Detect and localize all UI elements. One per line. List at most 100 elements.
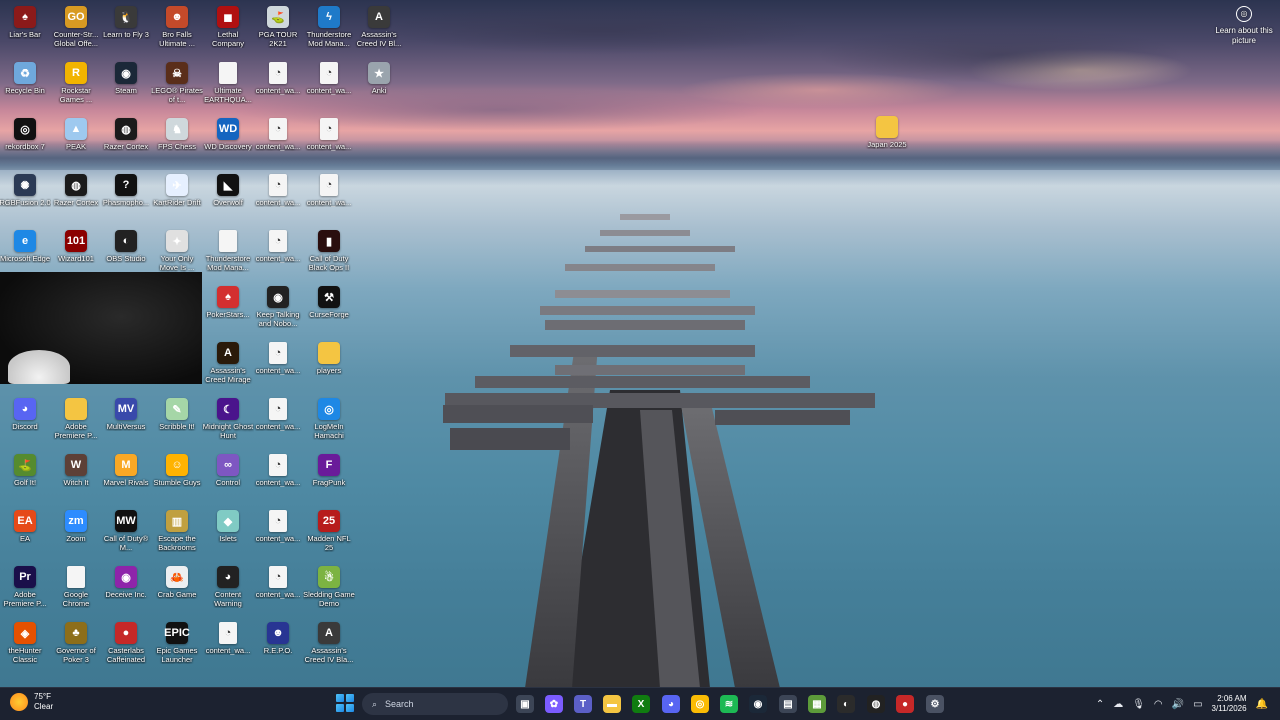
desktop-icon[interactable]: ◉ Deceive Inc. — [101, 562, 151, 618]
chevron-up-icon[interactable]: ⌃ — [1096, 699, 1104, 710]
desktop-icon[interactable]: ♞ FPS Chess — [152, 114, 202, 170]
desktop-icon[interactable]: ⛳ PGA TOUR 2K21 — [253, 2, 303, 58]
start-button[interactable] — [336, 694, 354, 712]
desktop-icon[interactable]: 25 Madden NFL 25 — [304, 506, 354, 562]
desktop-icon[interactable]: M Marvel Rivals — [101, 450, 151, 506]
desktop-icon[interactable]: ◎ LogMeIn Hamachi — [304, 394, 354, 450]
desktop-icon[interactable]: Ultimate EARTHQUA... — [203, 58, 253, 114]
desktop-icon[interactable]: WD WD Discovery — [203, 114, 253, 170]
desktop-icon[interactable]: ◔ content_wa... — [304, 114, 354, 170]
desktop-icon[interactable]: ✎ Scribble It! — [152, 394, 202, 450]
desktop-icon[interactable]: R Rockstar Games ... — [51, 58, 101, 114]
obs-taskbar-icon[interactable]: ◐ — [837, 695, 855, 713]
desktop-icon[interactable]: ★ Anki — [354, 58, 404, 114]
desktop-icon[interactable]: ◈ theHunter Classic — [0, 618, 50, 674]
desktop-icon[interactable]: ⚒ CurseForge — [304, 282, 354, 338]
desktop-icon[interactable]: ▮ Call of Duty Black Ops II — [304, 226, 354, 282]
desktop-icon[interactable]: ⛳ Golf It! — [0, 450, 50, 506]
desktop-icon[interactable]: ◉ Keep Talking and Nobo... — [253, 282, 303, 338]
onedrive-icon[interactable]: ☁ — [1113, 699, 1123, 710]
desktop-icon[interactable]: ∞ Control — [203, 450, 253, 506]
desktop-icon[interactable]: A Assassin's Creed Mirage — [203, 338, 253, 394]
settings-icon[interactable]: ⚙ — [926, 695, 944, 713]
desktop-icon[interactable]: ◼ Lethal Company — [203, 2, 253, 58]
desktop-icon[interactable]: Google Chrome — [51, 562, 101, 618]
store-icon[interactable]: ▤ — [779, 695, 797, 713]
wifi-icon[interactable]: ◠ — [1154, 699, 1163, 710]
razer-taskbar-icon[interactable]: ◍ — [867, 695, 885, 713]
taskbar-search[interactable]: ⌕ Search — [362, 693, 508, 715]
desktop-icon[interactable]: Japan 2025 — [862, 112, 912, 168]
desktop-icon[interactable]: MW Call of Duty® M... — [101, 506, 151, 562]
desktop-icon[interactable]: zm Zoom — [51, 506, 101, 562]
desktop-icon[interactable]: ◔ content_wa... — [253, 170, 303, 226]
desktop-icon[interactable]: ▥ Escape the Backrooms — [152, 506, 202, 562]
task-view-icon[interactable]: ▣ — [516, 695, 534, 713]
desktop-icon[interactable]: ◔ content_wa... — [253, 506, 303, 562]
casterlabs-taskbar-icon[interactable]: ● — [896, 695, 914, 713]
desktop-icon[interactable]: MV MultiVersus — [101, 394, 151, 450]
desktop-icon[interactable]: ◔ content_wa... — [253, 338, 303, 394]
file-explorer-icon[interactable]: ▬ — [603, 695, 621, 713]
desktop-icon[interactable]: players — [304, 338, 354, 394]
minecraft-icon[interactable]: ▦ — [808, 695, 826, 713]
desktop-icon[interactable]: ☃ Sledding Game Demo — [303, 562, 355, 618]
desktop-icon[interactable]: Pr Adobe Premiere P... — [0, 562, 50, 618]
desktop-icon[interactable]: F FragPunk — [304, 450, 354, 506]
desktop[interactable]: ◎ Learn about this picture ♠ Liar's Bar GO… — [0, 0, 1280, 688]
microphone-icon[interactable]: 🎙 — [1132, 699, 1145, 710]
desktop-icon[interactable]: ◔ content_wa... — [304, 170, 354, 226]
weather-widget[interactable]: 75°F Clear — [10, 692, 53, 712]
copilot-icon[interactable]: ✿ — [545, 695, 563, 713]
desktop-icon[interactable]: ◔ content_wa... — [253, 226, 303, 282]
steam-taskbar-icon[interactable]: ◉ — [749, 695, 767, 713]
desktop-icon[interactable]: ◔ content_wa... — [253, 394, 303, 450]
desktop-icon[interactable]: ☾ Midnight Ghost Hunt — [203, 394, 253, 450]
desktop-icon[interactable]: ✺ RGBFusion 2.0 — [0, 170, 51, 226]
desktop-icon[interactable]: ◣ Overwolf — [203, 170, 253, 226]
desktop-icon[interactable]: ◔ content_wa... — [253, 562, 303, 618]
desktop-icon[interactable]: ♻ Recycle Bin — [0, 58, 50, 114]
volume-icon[interactable]: 🔊 — [1172, 699, 1184, 710]
battery-icon[interactable]: ▭ — [1193, 699, 1202, 710]
desktop-icon[interactable]: ♣ Governor of Poker 3 — [51, 618, 101, 674]
notification-bell-icon[interactable]: 🔔 — [1256, 699, 1268, 710]
discord-taskbar-icon[interactable]: ◕ — [662, 695, 680, 713]
desktop-icon[interactable]: GO Counter-Str... Global Offe... — [51, 2, 101, 58]
desktop-icon[interactable]: ◔ content_wa... — [304, 58, 354, 114]
desktop-icon[interactable]: ◍ Razer Cortex — [101, 114, 151, 170]
desktop-icon[interactable]: ✈ KartRider Drift — [152, 170, 202, 226]
desktop-icon[interactable]: Thunderstore Mod Mana... — [203, 226, 253, 282]
clock[interactable]: 2:06 AM 3/11/2026 — [1212, 694, 1247, 714]
desktop-icon[interactable]: ? Phasmopho... — [101, 170, 151, 226]
desktop-icon[interactable]: ϟ Thunderstore Mod Mana... — [304, 2, 354, 58]
desktop-icon[interactable]: A Assassin's Creed IV Bl... — [354, 2, 404, 58]
desktop-icon[interactable]: ◉ Steam — [101, 58, 151, 114]
desktop-icon[interactable]: EA EA — [0, 506, 50, 562]
desktop-icon[interactable]: ♠ PokerStars... — [203, 282, 253, 338]
desktop-icon[interactable]: ☻ Bro Falls Ultimate ... — [152, 2, 202, 58]
learn-about-picture[interactable]: ◎ Learn about this picture — [1214, 6, 1274, 46]
desktop-icon[interactable]: Adobe Premiere P... — [51, 394, 101, 450]
desktop-icon[interactable]: 🐧 Learn to Fly 3 — [101, 2, 151, 58]
desktop-icon[interactable]: ◔ content_wa... — [203, 618, 253, 674]
desktop-icon[interactable]: ☺ Stumble Guys — [152, 450, 202, 506]
desktop-icon[interactable]: ◔ content_wa... — [253, 114, 303, 170]
desktop-icon[interactable]: ◔ content_wa... — [253, 58, 303, 114]
desktop-icon[interactable]: ☻ R.E.P.O. — [253, 618, 303, 674]
xbox-icon[interactable]: X — [632, 695, 650, 713]
desktop-icon[interactable]: ♠ Liar's Bar — [0, 2, 50, 58]
desktop-icon[interactable]: ◕ Content Warning — [203, 562, 253, 618]
desktop-icon[interactable]: ● Casterlabs Caffeinated — [101, 618, 151, 674]
desktop-icon[interactable]: ◍ Razer Cortex — [51, 170, 101, 226]
teams-icon[interactable]: T — [574, 695, 592, 713]
desktop-icon[interactable]: ◎ rekordbox 7 — [0, 114, 50, 170]
desktop-icon[interactable]: ◕ Discord — [0, 394, 50, 450]
desktop-icon[interactable]: ◔ content_wa... — [253, 450, 303, 506]
desktop-icon[interactable]: ▲ PEAK — [51, 114, 101, 170]
desktop-icon[interactable]: W Witch It — [51, 450, 101, 506]
spotify-icon[interactable]: ≋ — [720, 695, 738, 713]
chrome-icon[interactable]: ◎ — [691, 695, 709, 713]
desktop-icon[interactable]: ☠ LEGO® Pirates of t... — [151, 58, 203, 114]
desktop-icon[interactable]: EPIC Epic Games Launcher — [152, 618, 202, 674]
